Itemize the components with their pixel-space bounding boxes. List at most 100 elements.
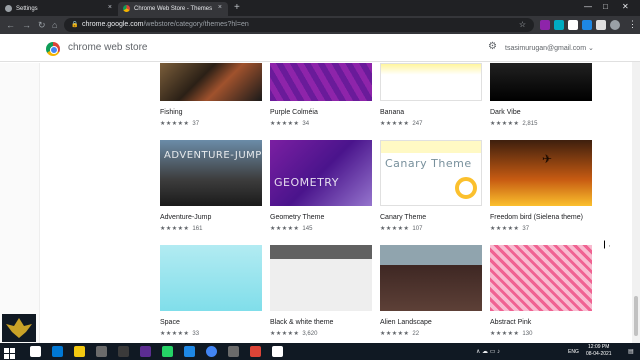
theme-rating: ★★★★★ 130 (490, 330, 532, 337)
theme-thumbnail[interactable] (380, 245, 482, 311)
extension-icon[interactable] (540, 20, 550, 30)
theme-name[interactable]: Space (160, 319, 180, 326)
rating-stars-icon: ★★★★★ (160, 331, 190, 337)
theme-name[interactable]: Freedom bird (Sielena theme) (490, 214, 583, 221)
forward-button[interactable]: → (22, 18, 31, 32)
theme-thumbnail[interactable]: GEOMETRY (270, 140, 372, 206)
theme-thumbnail[interactable]: ADVENTURE-JUMP (160, 140, 262, 206)
close-window-button[interactable]: ✕ (622, 2, 629, 11)
rating-stars-icon: ★★★★★ (270, 331, 300, 337)
chrome-icon[interactable] (206, 346, 217, 357)
clock-date[interactable]: 08-04-2021 (586, 351, 612, 357)
account-menu[interactable]: tsasimurugan@gmail.com ⌄ (505, 44, 594, 52)
bookmark-star-icon[interactable]: ☆ (519, 18, 526, 32)
tab-title: Chrome Web Store - Themes (134, 6, 213, 12)
theme-thumbnail[interactable] (270, 245, 372, 311)
theme-thumbnail[interactable] (160, 63, 262, 101)
new-tab-button[interactable]: + (234, 2, 240, 14)
reload-button[interactable]: ↻ (38, 18, 46, 32)
terminal-icon[interactable] (118, 346, 129, 357)
address-bar[interactable]: 🔒 chrome.google.com/webstore/category/th… (64, 18, 534, 32)
chrome-web-store-logo[interactable] (46, 42, 60, 56)
rating-stars-icon: ★★★★★ (270, 121, 300, 127)
theme-name[interactable]: Alien Landscape (380, 319, 432, 326)
rating-stars-icon: ★★★★★ (270, 226, 300, 232)
theme-card[interactable]: Space ★★★★★ 33 (160, 245, 262, 341)
app-icon[interactable] (228, 346, 239, 357)
theme-thumbnail[interactable]: Canary Theme (380, 140, 482, 206)
theme-card[interactable]: ✈ Freedom bird (Sielena theme) ★★★★★ 37 (490, 140, 592, 236)
theme-card[interactable]: Abstract Pink ★★★★★ 130 (490, 245, 592, 341)
theme-name[interactable]: Black & white theme (270, 319, 333, 326)
rating-count: 107 (412, 226, 423, 232)
settings-gear-icon[interactable]: ⚙ (488, 41, 497, 52)
thumbnail-caption: ADVENTURE-JUMP (164, 150, 262, 161)
theme-name[interactable]: Purple Colméia (270, 109, 318, 116)
settings-icon[interactable] (96, 346, 107, 357)
rating-stars-icon: ★★★★★ (380, 331, 410, 337)
task-view-icon[interactable] (52, 346, 63, 357)
theme-name[interactable]: Geometry Theme (270, 214, 324, 221)
bird-silhouette-icon: ✈ (542, 152, 553, 166)
theme-card[interactable]: Canary Theme Canary Theme ★★★★★ 107 (380, 140, 482, 236)
theme-thumbnail[interactable] (490, 63, 592, 101)
theme-card[interactable]: GEOMETRY Geometry Theme ★★★★★ 145 (270, 140, 372, 236)
theme-rating: ★★★★★ 37 (490, 225, 529, 232)
extension-icon[interactable] (568, 20, 578, 30)
rating-count: 161 (192, 226, 203, 232)
theme-name[interactable]: Canary Theme (380, 214, 426, 221)
lock-icon[interactable]: 🔒 (71, 18, 78, 32)
thumbnail-caption: GEOMETRY (274, 176, 339, 189)
theme-card[interactable]: Purple Colméia ★★★★★ 34 (270, 63, 372, 131)
theme-card[interactable]: ADVENTURE-JUMP Adventure-Jump ★★★★★ 161 (160, 140, 262, 236)
language-indicator[interactable]: ENG (568, 349, 579, 355)
theme-name[interactable]: Adventure-Jump (160, 214, 211, 221)
theme-name[interactable]: Banana (380, 109, 404, 116)
tab-settings[interactable]: Settings × (0, 2, 118, 16)
theme-card[interactable]: Fishing ★★★★★ 37 (160, 63, 262, 131)
file-explorer-icon[interactable] (74, 346, 85, 357)
theme-name[interactable]: Abstract Pink (490, 319, 531, 326)
tab-chrome-web-store[interactable]: Chrome Web Store - Themes × (118, 2, 228, 16)
theme-thumbnail[interactable] (380, 63, 482, 101)
profile-avatar[interactable] (610, 20, 620, 30)
rating-stars-icon: ★★★★★ (160, 121, 190, 127)
tab-close-icon[interactable]: × (108, 4, 112, 11)
start-button-icon[interactable] (4, 346, 15, 359)
theme-card[interactable]: Banana ★★★★★ 247 (380, 63, 482, 131)
clock-time[interactable]: 12:09 PM (588, 344, 609, 350)
rating-stars-icon: ★★★★★ (490, 331, 520, 337)
theme-thumbnail[interactable] (160, 245, 262, 311)
tab-close-icon[interactable]: × (218, 4, 222, 11)
home-button[interactable]: ⌂ (52, 18, 57, 32)
theme-name[interactable]: Dark Vibe (490, 109, 521, 116)
app-icon[interactable] (272, 346, 283, 357)
scrollbar-thumb[interactable] (634, 296, 638, 336)
minimize-button[interactable]: — (584, 2, 592, 11)
search-icon[interactable] (30, 346, 41, 357)
maximize-button[interactable]: □ (603, 2, 608, 11)
back-button[interactable]: ← (6, 18, 15, 32)
theme-card[interactable]: Dark Vibe ★★★★★ 2,815 (490, 63, 592, 131)
theme-thumbnail[interactable] (490, 245, 592, 311)
theme-thumbnail[interactable] (270, 63, 372, 101)
rating-stars-icon: ★★★★★ (380, 226, 410, 232)
visual-studio-icon[interactable] (140, 346, 151, 357)
notifications-icon[interactable]: ▤ (628, 348, 634, 355)
mouse-cursor-icon (604, 240, 610, 249)
system-tray-icons[interactable]: ∧ ☁ ▭ ♪ (476, 348, 500, 355)
folder-icon[interactable] (184, 346, 195, 357)
theme-thumbnail[interactable]: ✈ (490, 140, 592, 206)
store-title[interactable]: chrome web store (68, 42, 147, 53)
extension-icon[interactable] (582, 20, 592, 30)
media-icon[interactable] (250, 346, 261, 357)
rating-stars-icon: ★★★★★ (160, 226, 190, 232)
extensions-puzzle-icon[interactable] (596, 20, 606, 30)
extension-icon[interactable] (554, 20, 564, 30)
theme-card[interactable]: Black & white theme ★★★★★ 3,620 (270, 245, 372, 341)
theme-name[interactable]: Fishing (160, 109, 183, 116)
theme-card[interactable]: Alien Landscape ★★★★★ 22 (380, 245, 482, 341)
browser-menu-icon[interactable]: ⋮ (628, 19, 637, 29)
theme-rating: ★★★★★ 3,620 (270, 330, 317, 337)
whatsapp-icon[interactable] (162, 346, 173, 357)
